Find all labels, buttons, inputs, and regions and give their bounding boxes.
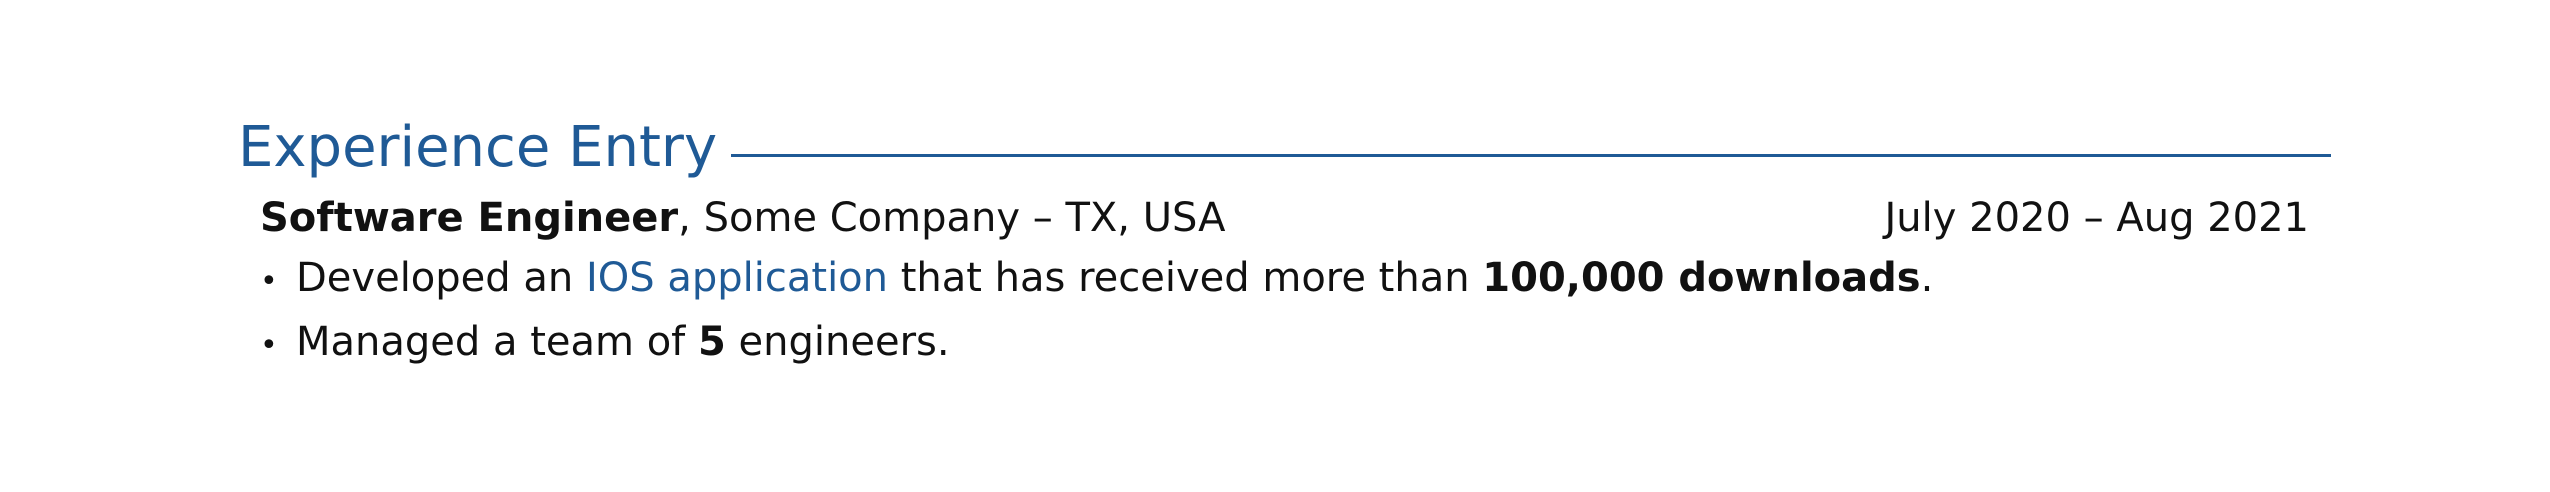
job-title: Software Engineer xyxy=(260,195,679,241)
entry-bullets: • Developed an IOS application that has … xyxy=(260,248,2309,376)
bullet-text-part: Managed a team of xyxy=(296,319,698,365)
bullet-item: • Developed an IOS application that has … xyxy=(260,248,2309,312)
bullet-text-part: Developed an xyxy=(296,255,586,301)
team-size-highlight: 5 xyxy=(697,319,726,365)
section-title: Experience Entry xyxy=(238,115,718,180)
bullet-dot-icon: • xyxy=(260,328,278,363)
bullet-text-part: . xyxy=(1920,255,1934,301)
bullet-dot-icon: • xyxy=(260,264,278,299)
ios-application-link[interactable]: IOS application xyxy=(586,255,888,301)
experience-entry: Software Engineer, Some Company – TX, US… xyxy=(260,188,2309,376)
entry-dates: July 2020 – Aug 2021 xyxy=(1884,195,2310,241)
bullet-text-part: engineers. xyxy=(725,319,950,365)
bullet-text: Managed a team of 5 engineers. xyxy=(296,312,950,372)
downloads-highlight: 100,000 downloads xyxy=(1482,255,1921,301)
bullet-item: • Managed a team of 5 engineers. xyxy=(260,312,2309,376)
bullet-text: Developed an IOS application that has re… xyxy=(296,248,1933,308)
entry-header: Software Engineer, Some Company – TX, US… xyxy=(260,188,2309,248)
entry-role-company: Software Engineer, Some Company – TX, US… xyxy=(260,188,1226,248)
section-header: Experience Entry xyxy=(238,108,2331,188)
experience-section: Experience Entry Software Engineer, Some… xyxy=(238,108,2331,376)
company-location: Some Company – TX, USA xyxy=(703,195,1226,241)
title-separator: , xyxy=(678,195,704,241)
section-divider xyxy=(731,154,2331,157)
bullet-text-part: that has received more than xyxy=(888,255,1483,301)
